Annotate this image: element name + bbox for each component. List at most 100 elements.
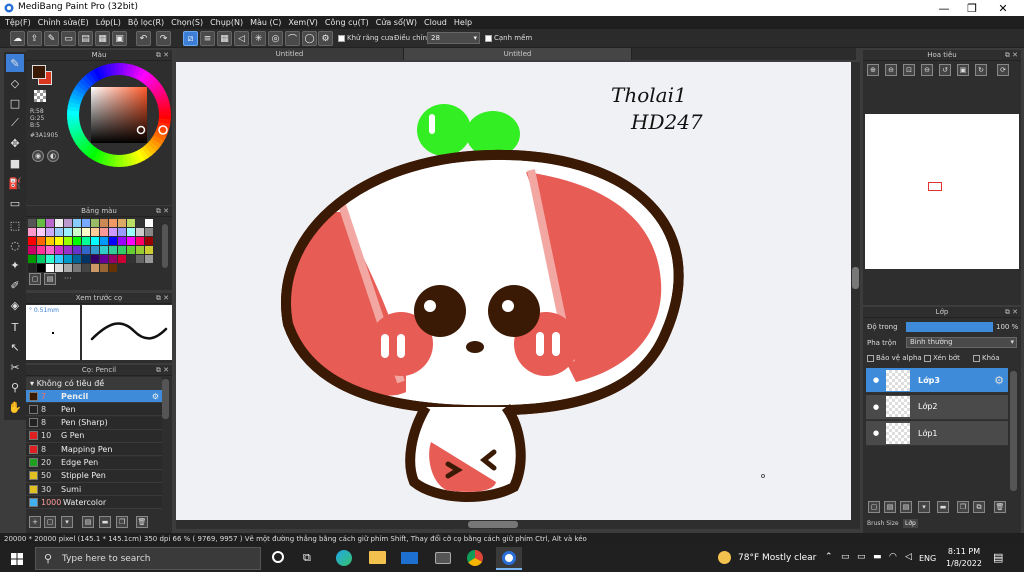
palette-swatch[interactable] [118,246,126,254]
brush-tool-icon[interactable]: ✎ [6,54,24,72]
radial-snap-icon[interactable]: ✳ [251,31,266,46]
display-icon[interactable]: ▭ [857,552,866,562]
language-indicator[interactable]: ENG [919,554,936,563]
fit-icon[interactable]: ⊡ [903,64,915,76]
edge-browser-icon[interactable] [336,550,352,566]
new-layer-icon[interactable]: ▢ [868,501,880,513]
cloud-icon[interactable]: ☁ [10,31,25,46]
brush-document-icon[interactable]: ▤ [82,516,94,528]
menu-file[interactable]: Tệp(F) [5,16,31,29]
layer-trash-icon[interactable]: 🗑 [994,501,1006,513]
panel-close-icon[interactable]: ⧉ ✕ [156,206,169,217]
palette-swatch[interactable] [64,219,72,227]
maximize-button[interactable]: ❐ [956,0,988,16]
new-halftone-layer-icon[interactable]: ▤ [884,501,896,513]
layer-folder-icon[interactable]: ▬ [937,501,949,513]
layer-item[interactable]: ● Lớp3 ⚙ [866,368,1008,393]
palette-swatch[interactable] [46,264,54,272]
palette-swatch[interactable] [127,237,135,245]
fill-rect-tool-icon[interactable]: ■ [6,154,24,172]
brush-item[interactable]: 8 Pen (Sharp) [26,416,162,430]
hand-tool-icon[interactable]: ✋ [6,398,24,416]
palette-swatch[interactable] [100,228,108,236]
parallel-snap-icon[interactable]: ≡ [200,31,215,46]
menu-color[interactable]: Màu (C) [250,16,281,29]
grid-icon[interactable]: ▦ [95,31,110,46]
brush-folder-icon[interactable]: ▬ [99,516,111,528]
gear-icon[interactable]: ⚙ [318,31,333,46]
palette-swatch[interactable] [109,219,117,227]
horizontal-scroll-thumb[interactable] [468,521,518,528]
palette-swatch[interactable] [82,264,90,272]
circle-snap-icon[interactable]: ◯ [302,31,317,46]
weather-text[interactable]: 78°F Mostly clear [738,553,816,563]
palette-swatch[interactable] [127,228,135,236]
palette-swatch[interactable] [46,219,54,227]
palette-swatch[interactable] [82,219,90,227]
document-icon[interactable]: ▤ [78,31,93,46]
grid-snap-icon[interactable]: ▦ [217,31,232,46]
canvas-horizontal-scrollbar[interactable] [176,520,860,529]
palette-swatch[interactable] [109,255,117,263]
chrome-icon[interactable] [467,550,483,566]
palette-swatch[interactable] [118,219,126,227]
rectangle-tool-icon[interactable]: □ [6,94,24,112]
palette-swatch[interactable] [46,237,54,245]
palette-swatch[interactable] [64,264,72,272]
meet-icon[interactable]: ▭ [841,552,850,562]
operation-tool-icon[interactable]: ↖ [6,338,24,356]
palette-document-icon[interactable]: ▤ [44,273,56,285]
canvas-vertical-scrollbar[interactable] [851,62,860,520]
layer-merge-icon[interactable]: ⧉ [973,501,985,513]
panel-close-icon[interactable]: ⧉ ✕ [1005,307,1018,318]
palette-swatch[interactable] [145,228,153,236]
close-button[interactable]: ✕ [987,0,1019,16]
palette-swatch[interactable] [37,237,45,245]
palette-swatch[interactable] [64,237,72,245]
palette-swatch[interactable] [145,219,153,227]
clipping-checkbox[interactable] [924,354,931,362]
palette-swatch[interactable] [37,255,45,263]
palette-swatch[interactable] [55,246,63,254]
layer-visibility-icon[interactable]: ● [866,429,886,437]
layer-dropdown-icon[interactable]: ▾ [918,501,930,513]
document-tab-2[interactable]: Untitled [404,48,632,60]
palette-swatch[interactable] [37,246,45,254]
brush-item[interactable]: 7 Pencil ⚙ [26,390,162,403]
palette-swatch[interactable] [109,237,117,245]
palette-swatch[interactable] [73,255,81,263]
gear-icon[interactable]: ⚙ [994,374,1004,387]
canvas-area[interactable]: Tholai1 HD247 [176,62,851,520]
panel-close-icon[interactable]: ⧉ ✕ [1005,50,1018,61]
palette-swatch[interactable] [118,237,126,245]
zoom-in-icon[interactable]: ⊕ [867,64,879,76]
palette-swatch[interactable] [109,246,117,254]
palette-swatch[interactable] [55,228,63,236]
color-slider-mode-icon[interactable]: ◐ [47,150,59,162]
vertical-scroll-thumb[interactable] [852,267,859,289]
brush-item[interactable]: 8 Mapping Pen [26,443,162,457]
palette-swatch[interactable] [127,255,135,263]
refresh-icon[interactable]: ⟳ [997,64,1009,76]
gradient-tool-icon[interactable]: ▭ [6,194,24,212]
palette-swatch[interactable] [55,264,63,272]
palette-swatch[interactable] [136,255,144,263]
palette-swatch[interactable] [28,228,36,236]
clock-date[interactable]: 1/8/2022 [944,559,984,568]
menu-help[interactable]: Help [454,16,472,29]
camera-icon[interactable] [435,552,451,564]
select-pen-tool-icon[interactable]: ✐ [6,276,24,294]
rotate-right-icon[interactable]: ↻ [975,64,987,76]
palette-swatch[interactable] [64,228,72,236]
palette-swatch[interactable] [73,264,81,272]
color-wheel-mode-icon[interactable]: ◉ [32,150,44,162]
brush-item[interactable]: 20 Edge Pen [26,456,162,470]
layer-list-scrollbar[interactable] [1010,371,1017,491]
palette-swatch[interactable] [55,255,63,263]
palette-swatch[interactable] [91,246,99,254]
layer-item[interactable]: ● Lớp1 [866,421,1008,446]
panel-close-icon[interactable]: ⧉ ✕ [156,293,169,304]
palette-swatch[interactable] [37,264,45,272]
blend-mode-select[interactable]: Bình thường ▾ [906,337,1017,348]
palette-swatch[interactable] [100,246,108,254]
